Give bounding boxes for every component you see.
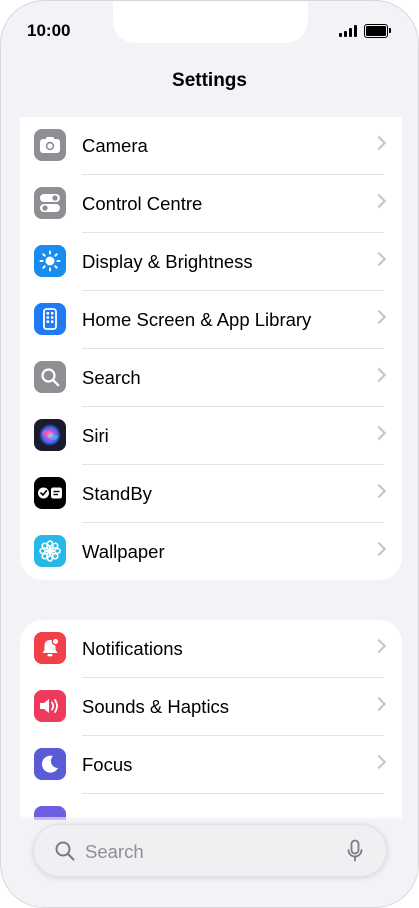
- settings-row-label: Display & Brightness: [82, 251, 253, 272]
- settings-row-label: Focus: [82, 754, 133, 775]
- settings-row-label: Camera: [82, 135, 148, 156]
- settings-row-label: Wallpaper: [82, 541, 165, 562]
- status-time: 10:00: [27, 21, 71, 40]
- bell-icon: [34, 632, 66, 664]
- chevron-right-icon: [371, 425, 387, 441]
- status-icons: [339, 24, 391, 38]
- standby-icon: [34, 477, 66, 509]
- microphone-icon[interactable]: [346, 839, 364, 868]
- home-screen-icon: [34, 303, 66, 335]
- settings-row-label: Home Screen & App Library: [82, 309, 312, 330]
- settings-row-label: Control Centre: [82, 193, 203, 214]
- settings-group-notifications: Notifications Sounds & Haptics Focus: [20, 620, 402, 820]
- settings-row-label: Siri: [82, 425, 109, 446]
- camera-icon: [34, 129, 66, 161]
- speaker-icon: [34, 690, 66, 722]
- settings-row-focus[interactable]: Focus: [20, 736, 402, 794]
- settings-row-search[interactable]: Search: [20, 349, 402, 407]
- flower-icon: [34, 535, 66, 567]
- siri-icon: [34, 419, 66, 451]
- chevron-right-icon: [371, 638, 387, 654]
- chevron-right-icon: [371, 483, 387, 499]
- settings-group-display: Camera Control Centre Display & Brightne…: [20, 117, 402, 580]
- chevron-right-icon: [371, 251, 387, 267]
- settings-row-label: StandBy: [82, 483, 152, 504]
- settings-row-camera[interactable]: Camera: [20, 117, 402, 175]
- settings-row-label: Notifications: [82, 638, 183, 659]
- settings-row-control-centre[interactable]: Control Centre: [20, 175, 402, 233]
- moon-icon: [34, 748, 66, 780]
- chevron-right-icon: [371, 754, 387, 770]
- chevron-right-icon: [371, 309, 387, 325]
- battery-icon: [364, 24, 391, 38]
- search-placeholder: Search: [85, 841, 144, 862]
- settings-row-sounds-haptics[interactable]: Sounds & Haptics: [20, 678, 402, 736]
- settings-row-wallpaper[interactable]: Wallpaper: [20, 523, 402, 580]
- chevron-right-icon: [371, 193, 387, 209]
- search-bar[interactable]: Search: [33, 824, 387, 877]
- chevron-right-icon: [371, 696, 387, 712]
- settings-row-label: Search: [82, 367, 141, 388]
- toggles-icon: [34, 187, 66, 219]
- settings-row-standby[interactable]: StandBy: [20, 465, 402, 523]
- settings-row-display-brightness[interactable]: Display & Brightness: [20, 233, 402, 291]
- chevron-right-icon: [371, 135, 387, 151]
- sun-icon: [34, 245, 66, 277]
- signal-icon: [339, 25, 357, 37]
- page-title: Settings: [172, 70, 247, 91]
- settings-row-label: Sounds & Haptics: [82, 696, 230, 717]
- search-icon: [54, 840, 76, 867]
- settings-row-home-screen[interactable]: Home Screen & App Library: [20, 291, 402, 349]
- settings-row-siri[interactable]: Siri: [20, 407, 402, 465]
- chevron-right-icon: [371, 541, 387, 557]
- dynamic-island: [113, 1, 308, 43]
- search-icon: [34, 361, 66, 393]
- settings-row-notifications[interactable]: Notifications: [20, 620, 402, 678]
- phone-screen: 10:00 Settings Camera Control Centre Dis…: [0, 0, 419, 908]
- chevron-right-icon: [371, 367, 387, 383]
